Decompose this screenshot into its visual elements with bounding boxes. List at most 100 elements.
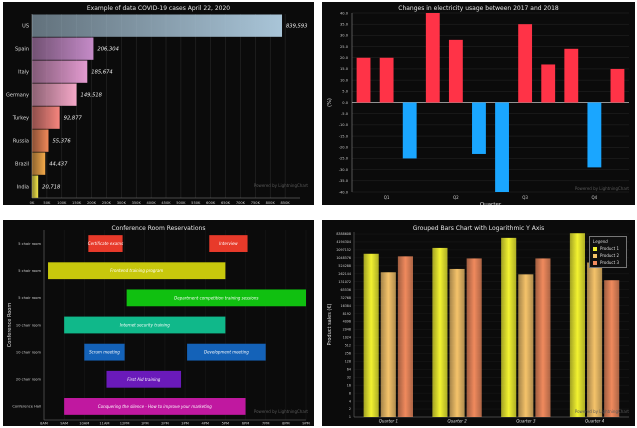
- category-label: Spain: [15, 47, 29, 53]
- category-label: Russia: [13, 139, 29, 145]
- row-label: 20 chair room: [16, 378, 42, 382]
- row-label: Conference Hall: [12, 405, 41, 409]
- y-tick-label: 64: [347, 367, 351, 371]
- y-tick-label: -20.0: [339, 146, 349, 150]
- legend-item-product-2: Product 2: [593, 253, 623, 258]
- x-tick-label: 800K: [266, 201, 276, 205]
- y-tick-label: 40.0: [340, 11, 349, 15]
- legend-swatch: [593, 246, 597, 251]
- electricity-chart-plot: 40.0 35.0 30.0 25.0 20.0 15.0 10.0 5.0 0.0 -5.0 -1…: [327, 11, 629, 205]
- event-label: Department competition training sessions: [174, 295, 258, 300]
- y-tick-label: 4096: [343, 320, 351, 324]
- legend-label: Product 2: [600, 253, 620, 258]
- x-tick-label: 550K: [191, 201, 201, 205]
- x-tick-label: 6PM: [242, 422, 250, 426]
- watermark: Powered by LightningChart: [574, 409, 629, 414]
- bar: [380, 272, 396, 417]
- x-tick-label: 750K: [251, 201, 261, 205]
- bar: [32, 83, 77, 106]
- y-tick-label: 10.0: [340, 78, 349, 82]
- y-tick-label: 8388608: [336, 232, 351, 236]
- bar: [356, 57, 371, 103]
- legend-swatch: [593, 253, 597, 258]
- y-tick-label: 16: [347, 383, 351, 387]
- bar: [32, 60, 88, 83]
- legend-swatch: [593, 260, 597, 265]
- bar: [432, 247, 448, 417]
- bar: [518, 274, 534, 417]
- quarter-label: Q4: [592, 195, 598, 200]
- bar: [518, 24, 533, 103]
- x-tick-label: 0K: [30, 201, 35, 205]
- legend: Legend Product 1 Product 2 Product 3: [589, 236, 627, 268]
- bar: [32, 175, 39, 198]
- x-tick-label: 7PM: [262, 422, 270, 426]
- category-label: Quarter 2: [447, 419, 467, 424]
- row-label: 10 chair room: [16, 350, 42, 354]
- bar: [32, 129, 49, 152]
- x-tick-label: 600K: [206, 201, 216, 205]
- bar: [32, 152, 46, 175]
- category-label: Turkey: [12, 116, 29, 122]
- watermark: Powered by LightningChart: [253, 183, 308, 188]
- y-axis-title: Conference Room: [7, 303, 13, 348]
- y-tick-label: 8192: [343, 312, 351, 316]
- bar: [604, 280, 620, 417]
- y-axis-title: Product sales (€): [327, 303, 333, 345]
- x-tick-label: 250K: [102, 201, 112, 205]
- x-tick-label: 300K: [117, 201, 127, 205]
- y-tick-label: 131072: [338, 280, 351, 284]
- x-tick-label: 8PM: [282, 422, 290, 426]
- x-tick-label: 100K: [57, 201, 67, 205]
- x-tick-label: 10AM: [79, 422, 89, 426]
- value-label: 206,304: [97, 47, 118, 53]
- y-tick-label: 2097152: [336, 248, 351, 252]
- x-tick-label: 9PM: [302, 422, 310, 426]
- bar: [32, 106, 60, 129]
- y-tick-label: 256: [345, 352, 351, 356]
- bar: [495, 102, 509, 192]
- y-tick-label: 4194304: [336, 240, 351, 244]
- bar: [402, 102, 417, 159]
- bar: [363, 253, 379, 417]
- legend-title: Legend: [593, 239, 608, 244]
- y-tick-label: -15.0: [339, 134, 349, 138]
- y-tick-label: 32: [347, 375, 351, 379]
- bar: [466, 258, 482, 417]
- y-tick-label: 25.0: [340, 45, 349, 49]
- x-tick-label: 9AM: [60, 422, 68, 426]
- x-tick-label: 500K: [176, 201, 186, 205]
- bar: [564, 48, 579, 103]
- category-label: Quarter 3: [516, 419, 536, 424]
- y-tick-label: 20.0: [340, 56, 349, 60]
- legend-label: Product 3: [600, 260, 620, 265]
- quarter-label: Q2: [453, 195, 459, 200]
- category-label: India: [17, 185, 29, 191]
- legend-item-product-3: Product 3: [593, 260, 623, 265]
- bar: [535, 258, 551, 417]
- y-tick-label: 1048576: [336, 256, 351, 260]
- grouped-bars-panel: Grouped Bars Chart with Logarithmic Y Ax…: [322, 220, 635, 426]
- value-label: 149,518: [81, 93, 103, 99]
- y-tick-label: 2048: [343, 328, 351, 332]
- y-tick-label: 15.0: [340, 67, 349, 71]
- electricity-chart-panel: Changes in electricity usage between 201…: [322, 2, 635, 205]
- y-tick-label: 32768: [341, 296, 352, 300]
- bar: [32, 14, 283, 37]
- legend-label: Product 1: [600, 246, 620, 251]
- event-label: Certificate exams: [88, 241, 123, 246]
- value-label: 185,674: [91, 70, 112, 76]
- x-tick-label: 1PM: [141, 422, 149, 426]
- row-label: 5 chair room: [18, 296, 41, 300]
- y-tick-label: 16384: [341, 304, 352, 308]
- event-label: Frontend training program: [110, 268, 163, 273]
- x-tick-label: 350K: [132, 201, 142, 205]
- y-tick-label: 524288: [338, 264, 351, 268]
- x-tick-label: 8AM: [40, 422, 48, 426]
- y-tick-label: -35.0: [339, 179, 349, 183]
- conference-chart-panel: Conference Room Reservations 8AM 9AM 10AM 1…: [3, 220, 314, 426]
- category-label: Quarter 1: [379, 419, 398, 424]
- event-label: Conquering the silence - How to improve …: [98, 404, 212, 409]
- category-label: Italy: [18, 70, 29, 76]
- category-label: US: [22, 24, 29, 30]
